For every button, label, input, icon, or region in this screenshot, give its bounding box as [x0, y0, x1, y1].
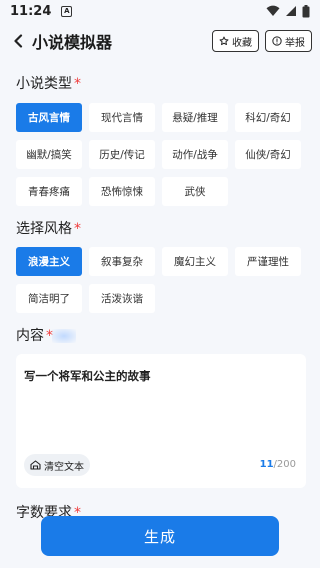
required-mark: *: [74, 221, 81, 237]
wifi-icon: [266, 5, 280, 16]
nav-actions: 收藏 举报: [212, 30, 312, 52]
required-mark: *: [74, 76, 81, 92]
content-heading: 内容 *: [16, 325, 53, 345]
character-max: /200: [273, 459, 296, 470]
page-title: 小说模拟器: [32, 33, 113, 52]
novel-type-chip[interactable]: 古风言情: [16, 103, 82, 132]
style-chip[interactable]: 魔幻主义: [162, 247, 228, 276]
novel-type-chip[interactable]: 动作/战争: [162, 140, 228, 169]
character-count: 11: [259, 459, 274, 470]
style-chip[interactable]: 浪漫主义: [16, 247, 82, 276]
style-chip[interactable]: 活泼诙谐: [89, 284, 155, 313]
novel-type-chip[interactable]: 科幻/奇幻: [235, 103, 301, 132]
novel-type-label: 小说类型: [16, 76, 72, 92]
alert-circle-icon: [272, 36, 282, 46]
style-options: 浪漫主义 叙事复杂 魔幻主义 严谨理性简洁明了 活泼诙谐: [16, 247, 306, 313]
novel-type-chip[interactable]: 现代言情: [89, 103, 155, 132]
novel-type-options: 古风言情 现代言情 悬疑/推理 科幻/奇幻幽默/搞笑 历史/传记 动作/战争 仙侠/奇幻青春…: [16, 103, 306, 206]
decorative-glow: [52, 329, 76, 343]
style-chip[interactable]: 叙事复杂: [89, 247, 155, 276]
status-time: 11:24: [10, 3, 52, 19]
generate-button[interactable]: 生成: [41, 516, 279, 556]
navigation-bar: 小说模拟器 收藏 举报: [0, 26, 320, 56]
style-heading: 选择风格 *: [16, 218, 81, 238]
novel-type-chip[interactable]: 恐怖惊悚: [89, 177, 155, 206]
content-textarea[interactable]: 写一个将军和公主的故事: [24, 368, 151, 384]
novel-type-chip[interactable]: 青春疼痛: [16, 177, 82, 206]
character-counter: 11/200: [260, 459, 296, 470]
report-label: 举报: [285, 37, 305, 49]
style-chip[interactable]: 简洁明了: [16, 284, 82, 313]
back-button[interactable]: [10, 31, 26, 51]
notification-a-icon: A: [61, 5, 73, 17]
star-icon: [219, 36, 229, 46]
style-label: 选择风格: [16, 221, 72, 237]
chevron-left-icon: [14, 34, 23, 48]
clear-text-button[interactable]: 清空文本: [24, 454, 90, 476]
novel-type-heading: 小说类型 *: [16, 73, 81, 93]
favorite-label: 收藏: [232, 37, 252, 49]
status-bar: 11:24 A: [0, 0, 320, 22]
novel-type-chip[interactable]: 悬疑/推理: [162, 103, 228, 132]
content-input-card[interactable]: 写一个将军和公主的故事 清空文本 11/200: [16, 354, 306, 488]
battery-icon: [302, 4, 310, 17]
novel-type-chip[interactable]: 历史/传记: [89, 140, 155, 169]
signal-icon: [286, 6, 296, 16]
eraser-icon: [30, 460, 41, 470]
clear-text-label: 清空文本: [44, 461, 84, 473]
novel-type-chip[interactable]: 武侠: [162, 177, 228, 206]
favorite-button[interactable]: 收藏: [212, 30, 259, 52]
style-chip[interactable]: 严谨理性: [235, 247, 301, 276]
report-button[interactable]: 举报: [265, 30, 312, 52]
content-label: 内容: [16, 328, 44, 344]
novel-type-chip[interactable]: 幽默/搞笑: [16, 140, 82, 169]
novel-type-chip[interactable]: 仙侠/奇幻: [235, 140, 301, 169]
status-icons: [266, 4, 310, 18]
